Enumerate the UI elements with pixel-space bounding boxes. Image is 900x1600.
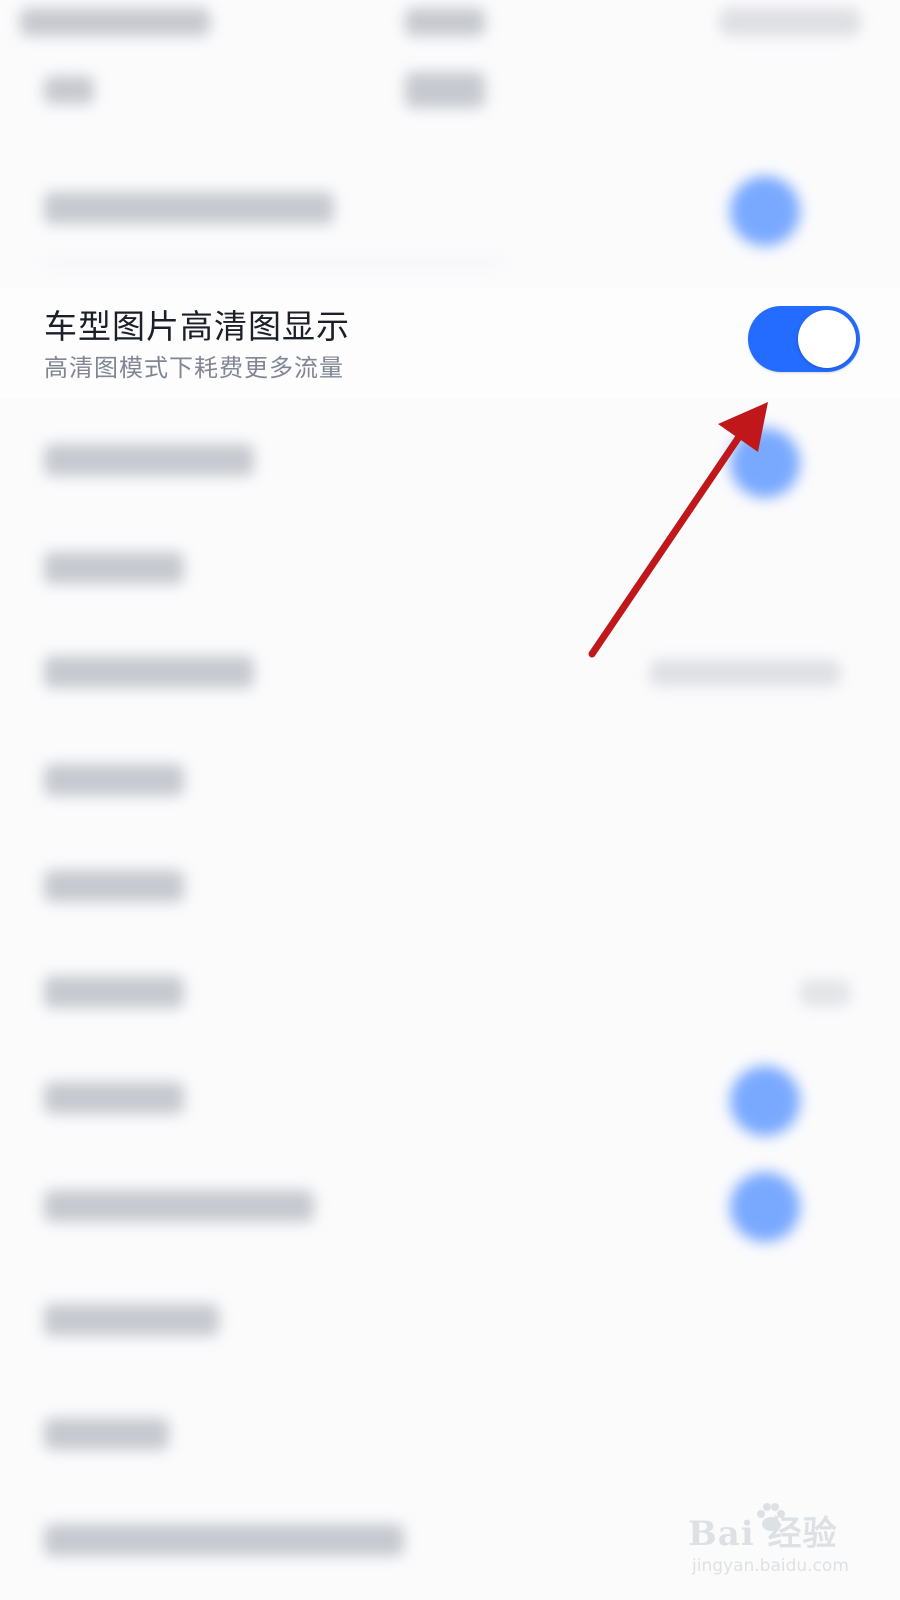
- blurred-row-label: [44, 552, 184, 584]
- blurred-row-label: [44, 764, 184, 796]
- blurred-row-label: [44, 656, 254, 688]
- blurred-row-label: [44, 1304, 219, 1336]
- blurred-row-value: [800, 980, 850, 1006]
- blurred-status-bar: [720, 8, 860, 36]
- blurred-toggle: [730, 1066, 800, 1136]
- hd-image-toggle[interactable]: [748, 306, 860, 372]
- blurred-status-bar: [405, 8, 485, 36]
- blurred-status-bar: [20, 8, 210, 36]
- blurred-row-label: [44, 1082, 184, 1114]
- blurred-toggle: [730, 1172, 800, 1242]
- blurred-page-title: [405, 72, 485, 108]
- blurred-row-label: [44, 870, 184, 902]
- blurred-row-value: [650, 660, 840, 686]
- blurred-settings-list: [0, 0, 900, 1600]
- blurred-toggle: [730, 176, 800, 246]
- blurred-row-label: [44, 1190, 314, 1222]
- watermark-url: jingyan.baidu.com: [692, 1556, 849, 1576]
- setting-title: 车型图片高清图显示: [44, 307, 350, 346]
- blurred-divider: [44, 262, 504, 264]
- baidu-jingyan-watermark: Bai 经验 jingyan.baidu.com: [688, 1500, 878, 1590]
- setting-description: 高清图模式下耗费更多流量: [44, 354, 344, 382]
- blurred-row-label: [44, 444, 254, 476]
- blurred-row-label: [44, 1418, 169, 1450]
- blurred-row-label: [44, 192, 334, 224]
- toggle-knob: [798, 310, 856, 368]
- blurred-toggle: [730, 428, 800, 498]
- blurred-back-button: [44, 76, 94, 104]
- blurred-row-label: [44, 976, 184, 1008]
- watermark-brand: Bai 经验: [688, 1514, 838, 1554]
- blurred-row-label: [44, 1524, 404, 1556]
